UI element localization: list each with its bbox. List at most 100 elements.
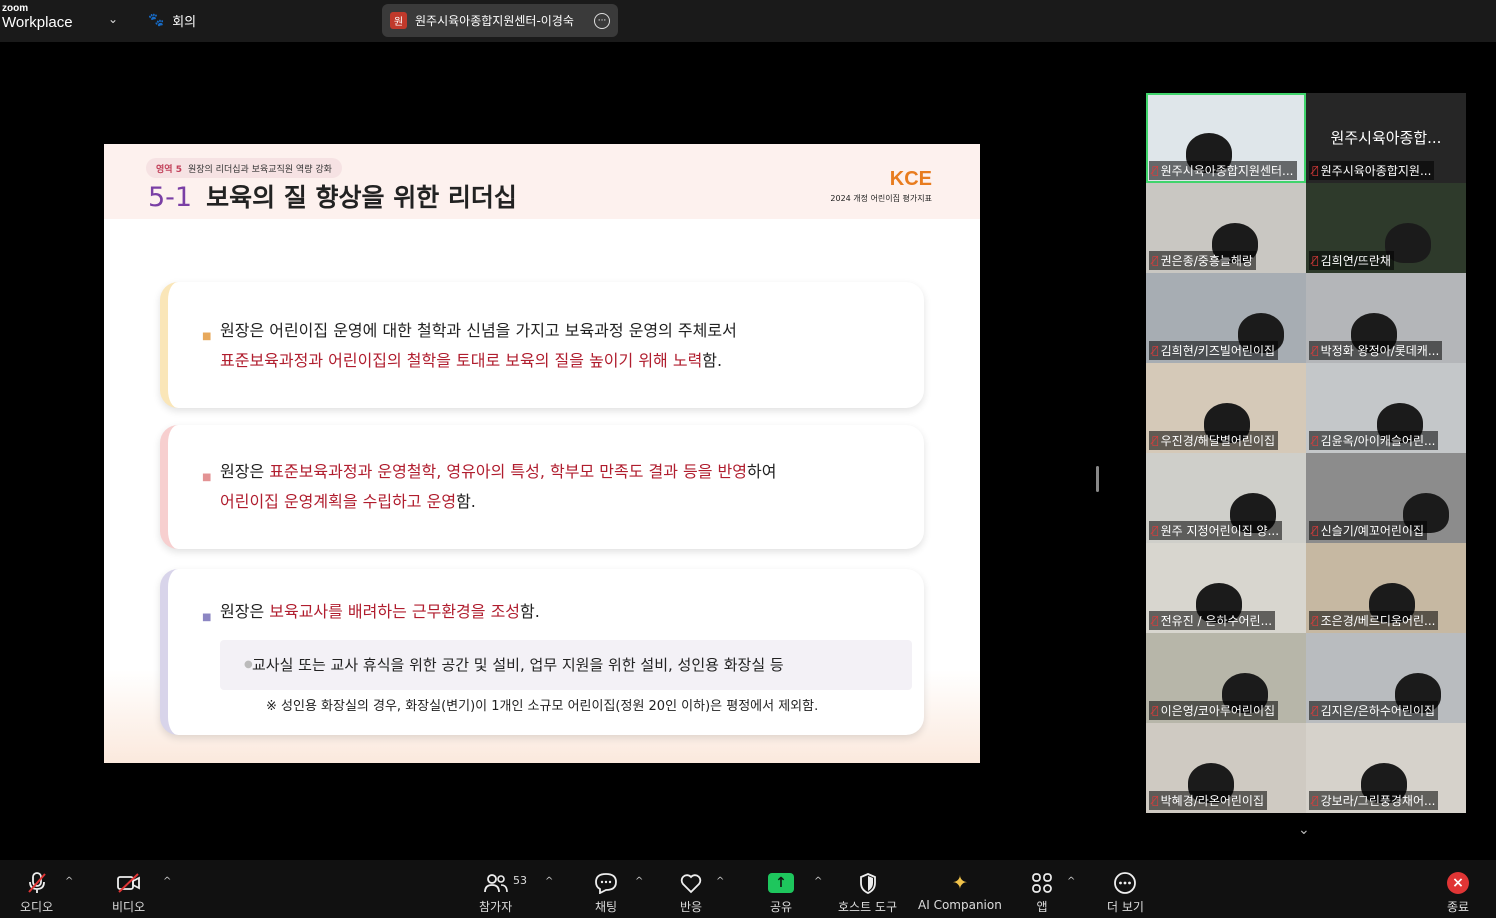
participant-tile[interactable]: 🎙̸ 박정화 왕정아/롯데캐... [1306,273,1466,363]
mic-muted-icon: 🎙̸ [1312,254,1319,267]
participants-count: 53 [513,874,527,887]
participant-tile[interactable]: 🎙̸ 김윤옥/아이캐슬어린... [1306,363,1466,453]
bullet-icon: ■ [202,331,212,342]
participant-name-label: 🎙̸ 신슬기/예꼬어린이집 [1309,521,1428,540]
react-caret-icon[interactable]: ^ [716,876,724,887]
participant-tile[interactable]: 🎙̸ 원주시육아종합지원센터... [1146,93,1306,183]
participant-name: 김윤옥/아이캐슬어린... [1320,434,1436,448]
mic-muted-icon: 🎙̸ [1152,614,1159,627]
paw-icon: 🐾 [148,13,165,28]
video-button[interactable]: 비디오 [112,870,145,915]
participant-tile[interactable]: 🎙̸ 원주 지정어린이집 양... [1146,453,1306,543]
panel-resize-handle[interactable] [1096,466,1099,492]
kce-logo-sub: 2024 개정 어린이집 평가지표 [830,194,932,203]
participant-tile[interactable]: 🎙̸ 강보라/그린풍경채어... [1306,723,1466,813]
chat-icon [594,870,618,896]
mic-muted-icon: 🎙̸ [1152,524,1159,537]
brand-small: zoom [2,3,29,14]
participant-tile[interactable]: 🎙̸ 김희현/키즈빌어린이집 [1146,273,1306,363]
card3-line1: 원장은 보육교사를 배려하는 근무환경을 조성함. [220,602,540,621]
zoom-workplace-logo[interactable]: zoom Workplace [2,3,73,31]
participant-name: 김희현/키즈빌어린이집 [1160,344,1276,358]
mic-muted-icon: 🎙̸ [1312,434,1319,447]
brand-big: Workplace [2,14,73,31]
meeting-info-pill[interactable]: 원 원주시육아종합지원센터-이경숙 ··· [382,4,618,37]
area-number: 영역 5 [156,165,182,175]
participant-name-label: 🎙̸ 권은종/중흥늘해랑 [1149,251,1256,270]
apps-icon [1031,870,1053,896]
share-screen-icon: ↑ [768,873,794,893]
mic-muted-icon: 🎙̸ [1152,344,1159,357]
more-button[interactable]: 더 보기 [1107,870,1144,915]
meeting-menu[interactable]: 🐾 회의 [148,11,196,30]
audio-button[interactable]: 오디오 [20,870,53,915]
participant-name: 박혜경/라온어린이집 [1160,794,1265,808]
participant-name: 이은영/코아루어린이집 [1160,704,1276,718]
participant-tile[interactable]: 🎙̸ 조은경/베르디움어린... [1306,543,1466,633]
card3-sub-text: 교사실 또는 교사 휴식을 위한 공간 및 설비, 업무 지원을 위한 설비, … [252,656,784,674]
participant-name: 전유진 / 은하수어린... [1160,614,1273,628]
shield-icon [858,870,878,896]
participant-tile[interactable]: 🎙̸ 김지은/은하수어린이집 [1306,633,1466,723]
bullet-icon: ■ [202,612,212,623]
mic-muted-icon: 🎙̸ [1152,434,1159,447]
meeting-badge: 원 [390,12,407,29]
participant-name: 원주 지정어린이집 양... [1160,524,1280,538]
participant-tile[interactable]: 🎙̸ 박혜경/라온어린이집 [1146,723,1306,813]
participant-name: 우진경/해달별어린이집 [1160,434,1276,448]
slide-title: 5-1 보육의 질 향상을 위한 리더십 [148,178,517,214]
video-caret-icon[interactable]: ^ [163,876,171,887]
participant-name-label: 🎙̸ 김희연/뜨란채 [1309,251,1394,270]
participant-tile[interactable]: 🎙̸ 김희연/뜨란채 [1306,183,1466,273]
mic-muted-icon: 🎙̸ [1312,704,1319,717]
more-options-icon[interactable]: ··· [594,12,610,29]
participants-button[interactable]: 참가자 [479,870,512,915]
mic-muted-icon: 🎙̸ [1312,344,1319,357]
heart-icon [679,870,703,896]
react-button[interactable]: 반응 [679,870,703,915]
card2-line2: 어린이집 운영계획을 수립하고 운영함. [220,492,476,511]
participant-tile[interactable]: 🎙̸ 신슬기/예꼬어린이집 [1306,453,1466,543]
card3-note: ※ 성인용 화장실의 경우, 화장실(변기)이 1개인 소규모 어린이집(정원 … [266,699,819,714]
participant-tile[interactable]: 🎙̸ 이은영/코아루어린이집 [1146,633,1306,723]
chevron-down-icon[interactable]: ⌄ [1298,822,1310,838]
participant-name: 조은경/베르디움어린... [1320,614,1436,628]
bullet-dot-icon: ● [244,659,253,670]
participant-tile[interactable]: 🎙̸ 우진경/해달별어린이집 [1146,363,1306,453]
participant-name-label: 🎙̸ 전유진 / 은하수어린... [1149,611,1276,630]
share-button[interactable]: ↑ 공유 [768,870,794,915]
participant-name-label: 🎙̸ 이은영/코아루어린이집 [1149,701,1279,720]
participant-name: 강보라/그린풍경채어... [1320,794,1436,808]
participant-name-label: 🎙̸ 원주시육아종합지원... [1309,161,1435,180]
card3-subbox: ● 교사실 또는 교사 휴식을 위한 공간 및 설비, 업무 지원을 위한 설비… [220,640,912,690]
participant-tile[interactable]: 원주시육아종합... 🎙̸ 원주시육아종합지원... [1306,93,1466,183]
area-label: 원장의 리더십과 보육교직원 역량 강화 [187,165,332,175]
host-tools-button[interactable]: 호스트 도구 [838,870,897,915]
card1-line1: 원장은 어린이집 운영에 대한 철학과 신념을 가지고 보육과정 운영의 주체로… [220,321,737,340]
mic-muted-icon: 🎙̸ [1152,794,1159,807]
card1-line2: 표준보육과정과 어린이집의 철학을 토대로 보육의 질을 높이기 위해 노력함. [220,351,723,370]
participant-name-label: 🎙̸ 김지은/은하수어린이집 [1309,701,1439,720]
area-tag: 영역 5 원장의 리더십과 보육교직원 역량 강화 [146,158,342,178]
top-bar: zoom Workplace ⌄ 🐾 회의 원 원주시육아종합지원센터-이경숙 … [0,0,1496,42]
chat-button[interactable]: 채팅 [594,870,618,915]
participants-caret-icon[interactable]: ^ [545,876,553,887]
participant-name-label: 🎙̸ 조은경/베르디움어린... [1309,611,1439,630]
share-caret-icon[interactable]: ^ [814,876,822,887]
participant-gallery: 🎙̸ 원주시육아종합지원센터... 원주시육아종합... 🎙̸ 원주시육아종합지원...… [1146,93,1466,813]
chevron-down-icon[interactable]: ⌄ [108,12,118,26]
end-button[interactable]: × 종료 [1447,870,1469,915]
audio-caret-icon[interactable]: ^ [65,876,73,887]
participant-name-label: 🎙̸ 박정화 왕정아/롯데캐... [1309,341,1443,360]
slide-title-number: 5-1 [148,182,193,213]
chat-caret-icon[interactable]: ^ [635,876,643,887]
bullet-icon: ■ [202,472,212,483]
mic-muted-icon [27,870,47,896]
ai-companion-button[interactable]: ✦ AI Companion [918,870,1002,912]
participant-tile[interactable]: 🎙̸ 전유진 / 은하수어린... [1146,543,1306,633]
kce-logo-text: KCE [889,168,932,190]
apps-caret-icon[interactable]: ^ [1067,876,1075,887]
participant-name-label: 🎙̸ 박혜경/라온어린이집 [1149,791,1268,810]
apps-button[interactable]: 앱 [1031,870,1053,915]
participant-tile[interactable]: 🎙̸ 권은종/중흥늘해랑 [1146,183,1306,273]
